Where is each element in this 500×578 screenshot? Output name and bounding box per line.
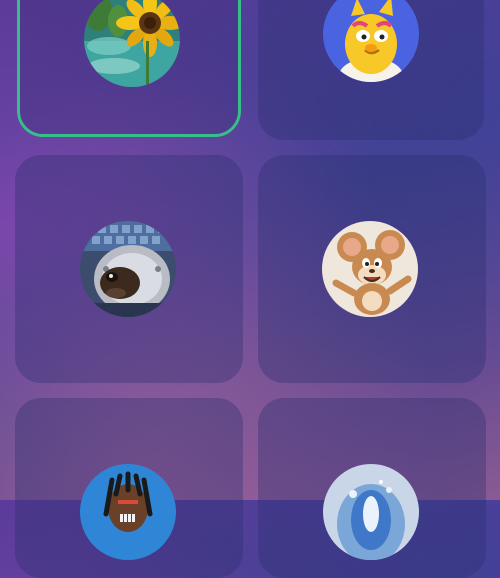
helmet-dog-avatar-image [80,221,176,317]
blue-splash-avatar-image [323,464,419,560]
avatar-option-helmet-dog[interactable] [15,155,243,383]
avatar-option-sunflower[interactable] [17,0,241,137]
jerry-mouse-avatar-image [322,221,418,317]
avatar-option-yellow-bird[interactable] [258,0,484,140]
avatar-option-jerry-mouse[interactable] [258,155,486,383]
avatar-option-dreadlocks[interactable] [15,398,243,578]
dreadlocks-avatar-image [80,464,176,560]
yellow-bird-avatar-image [323,0,419,82]
avatar-grid [0,0,500,578]
sunflower-avatar-image [84,0,180,87]
avatar-option-blue-splash[interactable] [258,398,486,578]
